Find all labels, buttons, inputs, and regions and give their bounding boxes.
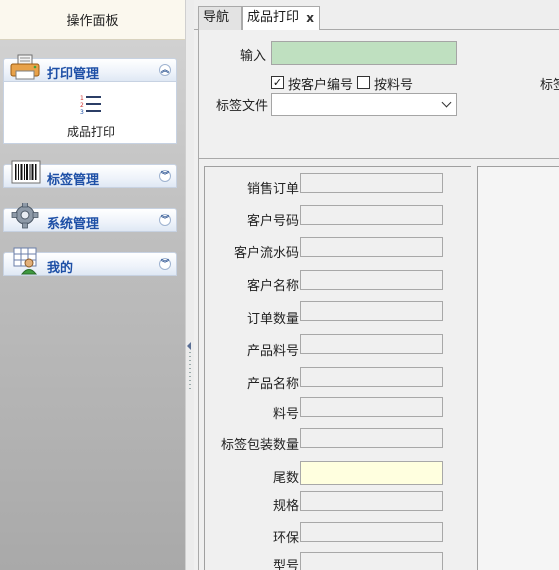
close-icon[interactable]: x: [306, 7, 314, 29]
user-grid-icon: [13, 247, 38, 275]
nav-item-label: 成品打印: [66, 125, 115, 139]
group-print-management[interactable]: 打印管理 ︽: [3, 54, 177, 82]
product-name-field[interactable]: [300, 367, 443, 387]
customer-number-field[interactable]: [300, 205, 443, 225]
scan-input[interactable]: [271, 41, 457, 65]
specification-field[interactable]: [300, 491, 443, 511]
sidebar: 操作面板 打印管理 ︽ 1 2 3 成品打印 标签管理 ︾ 系统管理 ︾ 我的 …: [0, 0, 185, 570]
input-label: 输入: [240, 49, 267, 64]
field-label: 标签包装数量: [220, 438, 299, 453]
sidebar-header: 操作面板: [0, 0, 185, 40]
expand-icon[interactable]: ︾: [159, 170, 171, 182]
part-number-field[interactable]: [300, 397, 443, 417]
group-label: 系统管理: [47, 217, 100, 232]
svg-text:1: 1: [80, 95, 84, 102]
field-label: 销售订单: [246, 182, 299, 197]
numbered-list-icon: 1 2 3: [80, 95, 101, 116]
material-number-checkbox-label[interactable]: 按料号: [374, 74, 413, 93]
field-label: 客户流水码: [233, 246, 299, 261]
field-label: 规格: [272, 499, 299, 514]
tab-navigation-page[interactable]: 导航页: [198, 6, 242, 47]
group-label-management[interactable]: 标签管理 ︾: [3, 160, 177, 188]
label-pack-quantity-field[interactable]: [300, 428, 443, 448]
tab-finished-print[interactable]: 成品打印 x: [242, 6, 320, 31]
gear-icon: [11, 203, 39, 229]
field-label: 客户名称: [246, 279, 299, 294]
tab-label: 成品打印: [247, 10, 300, 25]
sidebar-title: 操作面板: [66, 14, 119, 29]
chevron-down-icon[interactable]: [441, 97, 452, 108]
collapse-arrow-icon[interactable]: [187, 342, 191, 350]
nav-item-finished-print[interactable]: 1 2 3 成品打印: [54, 90, 128, 140]
group-label: 我的: [47, 261, 74, 276]
main-area: 导航页 成品打印 x 输入 ✓ 按客户编号 按料号 标签 标签文件 销售订单 客…: [194, 0, 559, 570]
field-label: 型号: [272, 559, 299, 570]
splitter-grip[interactable]: [189, 352, 191, 392]
input-panel: 输入 ✓ 按客户编号 按料号 标签 标签文件: [199, 30, 559, 159]
customer-number-checkbox[interactable]: ✓: [271, 76, 284, 89]
group-system-management[interactable]: 系统管理 ︾: [3, 203, 177, 232]
preview-panel: [477, 166, 559, 570]
splitter[interactable]: [185, 0, 194, 570]
group-print-items: 1 2 3 成品打印: [3, 82, 177, 144]
eco-field[interactable]: [300, 522, 443, 542]
label-file-select[interactable]: [271, 93, 457, 116]
customer-serial-field[interactable]: [300, 237, 443, 257]
customer-number-checkbox-label[interactable]: 按客户编号: [288, 74, 353, 93]
svg-text:3: 3: [80, 109, 84, 116]
group-mine[interactable]: 我的 ︾: [3, 247, 177, 276]
remainder-field[interactable]: [300, 461, 443, 485]
group-label: 标签管理: [47, 173, 100, 188]
field-label: 产品料号: [246, 344, 299, 359]
product-part-number-field[interactable]: [300, 334, 443, 354]
field-label: 客户号码: [246, 214, 299, 229]
order-form-panel: 销售订单 客户号码 客户流水码 客户名称 订单数量 产品料号 产品名称 料号 标…: [204, 166, 471, 570]
order-quantity-field[interactable]: [300, 301, 443, 321]
sales-order-field[interactable]: [300, 173, 443, 193]
field-label: 尾数: [272, 471, 299, 486]
expand-icon[interactable]: ︾: [159, 258, 171, 270]
svg-text:2: 2: [80, 102, 84, 109]
field-label: 产品名称: [246, 377, 299, 392]
label-cutoff-text: 标签: [540, 78, 559, 93]
expand-icon[interactable]: ︾: [159, 214, 171, 226]
printer-icon: [10, 54, 40, 80]
barcode-icon: [11, 160, 41, 184]
field-label: 订单数量: [246, 312, 299, 327]
model-field[interactable]: [300, 552, 443, 570]
group-label: 打印管理: [47, 67, 100, 82]
tab-content: 输入 ✓ 按客户编号 按料号 标签 标签文件 销售订单 客户号码 客户流水码 客…: [198, 30, 559, 570]
field-label: 环保: [272, 531, 299, 546]
label-file-label: 标签文件: [216, 99, 269, 114]
material-number-checkbox[interactable]: [357, 76, 370, 89]
customer-name-field[interactable]: [300, 270, 443, 290]
collapse-icon[interactable]: ︽: [159, 64, 171, 76]
tab-bar: 导航页 成品打印 x: [194, 0, 559, 47]
field-label: 料号: [272, 407, 299, 422]
